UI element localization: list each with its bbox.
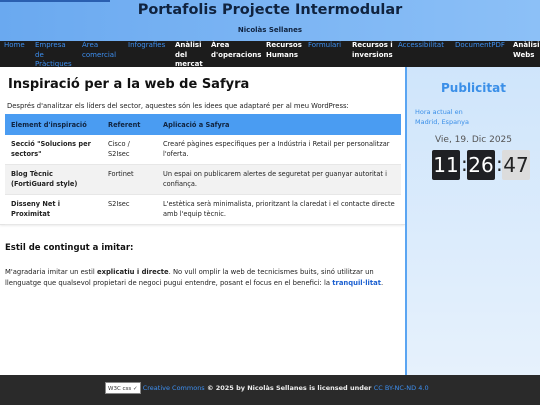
table-row: Secció "Solucions per sectors" Cisco / S… — [5, 135, 401, 165]
creative-commons-link[interactable]: Creative Commons — [143, 384, 205, 392]
table-cell: Crearé pàgines específiques per a Indúst… — [157, 135, 401, 165]
nav-area-operacions[interactable]: Àrea d'operacions — [211, 41, 263, 60]
table-header-cell: Aplicació a Safyra — [163, 120, 230, 129]
nav-area-comercial[interactable]: Àrea comercial — [82, 41, 122, 60]
table-cell: Blog Tècnic (FortiGuard style) — [5, 164, 102, 195]
para-text: M'agradaria imitar un estil — [5, 268, 97, 276]
para-bold: explicatiu i directe — [96, 268, 169, 276]
sidebar-title: Publicitat — [441, 81, 506, 95]
table-row: Disseny Net i Proximitat S2Isec L'estèti… — [5, 194, 401, 225]
nav-analisi-mercat[interactable]: Anàlisi del mercat — [175, 41, 207, 70]
clock-seconds: 47 — [502, 150, 530, 180]
footer-text: © 2025 by Nicolàs Sellanes is licensed u… — [204, 384, 374, 392]
nav-recursos-inversions[interactable]: Recursos i inversions — [352, 41, 394, 60]
page-title: Inspiració per a la web de Safyra — [8, 77, 250, 92]
inspiration-table: Element d'inspiració Referent Aplicació … — [5, 114, 401, 225]
nav-empresa-practiques[interactable]: Empresa de Pràctiques — [35, 41, 75, 70]
main-nav: Home Empresa de Pràctiques Àrea comercia… — [0, 41, 540, 70]
clock-minutes: 26 — [467, 150, 495, 180]
nav-recursos-humans[interactable]: Recursos Humans — [266, 41, 304, 60]
table-header-row: Element d'inspiració Referent Aplicació … — [5, 114, 401, 135]
intro-text: Després d'analitzar els líders del secto… — [7, 102, 349, 110]
table-header-cell: Element d'inspiració — [11, 120, 87, 129]
w3c-css-badge[interactable]: W3C css ✓ — [105, 382, 141, 394]
ad-sidebar: Publicitat Hora actual en Madrid, Espany… — [405, 67, 540, 375]
table-cell: Fortinet — [102, 164, 157, 195]
nav-home[interactable]: Home — [4, 41, 30, 51]
nav-analisi-webs[interactable]: Anàlisi Webs — [513, 41, 540, 60]
table-cell: S2Isec — [102, 194, 157, 225]
para-text: . — [380, 279, 384, 287]
site-title: Portafolis Projecte Intermodular — [137, 2, 403, 18]
nav-infografies[interactable]: Infografies — [128, 41, 172, 51]
timezone-line[interactable]: Hora actual en — [415, 107, 469, 117]
site-header: Portafolis Projecte Intermodular Nicolàs… — [0, 0, 540, 41]
site-footer: W3C css ✓ Creative Commons © 2025 by Nic… — [0, 375, 540, 405]
table-cell: L'estètica serà minimalista, prioritzant… — [157, 194, 401, 225]
table-header-cell: Referent — [108, 120, 141, 129]
section-subtitle: Estil de contingut a imitar: — [5, 243, 134, 253]
main-content: Inspiració per a la web de Safyra Despré… — [0, 67, 405, 375]
license-link[interactable]: CC BY-NC-ND 4.0 — [374, 384, 429, 392]
table-cell: Cisco / S2Isec — [102, 135, 157, 165]
timezone-label[interactable]: Hora actual en Madrid, Espanya — [415, 107, 469, 127]
clock-date: Vie, 19. Dic 2025 — [434, 135, 513, 145]
nav-formulari[interactable]: Formulari — [308, 41, 348, 51]
nav-accessibilitat[interactable]: Accessibilitat — [398, 41, 452, 51]
nav-document-pdf[interactable]: DocumentPDF — [455, 41, 511, 51]
table-row: Blog Tècnic (FortiGuard style) Fortinet … — [5, 164, 401, 195]
para-highlight-link[interactable]: tranquil·litat — [332, 279, 381, 287]
site-author: Nicolàs Sellanes — [237, 26, 303, 34]
table-cell: Un espai on publicarem alertes de segure… — [157, 164, 401, 195]
table-cell: Secció "Solucions per sectors" — [5, 135, 102, 165]
timezone-line[interactable]: Madrid, Espanya — [415, 117, 469, 127]
table-cell: Disseny Net i Proximitat — [5, 194, 102, 225]
content-style-paragraph: M'agradaria imitar un estil explicatiu i… — [5, 267, 400, 289]
clock-hours: 11 — [432, 150, 460, 180]
footer-license: W3C css ✓ Creative Commons © 2025 by Nic… — [105, 382, 429, 394]
inspiration-card: Inspiració per a la web de Safyra Despré… — [0, 67, 405, 225]
